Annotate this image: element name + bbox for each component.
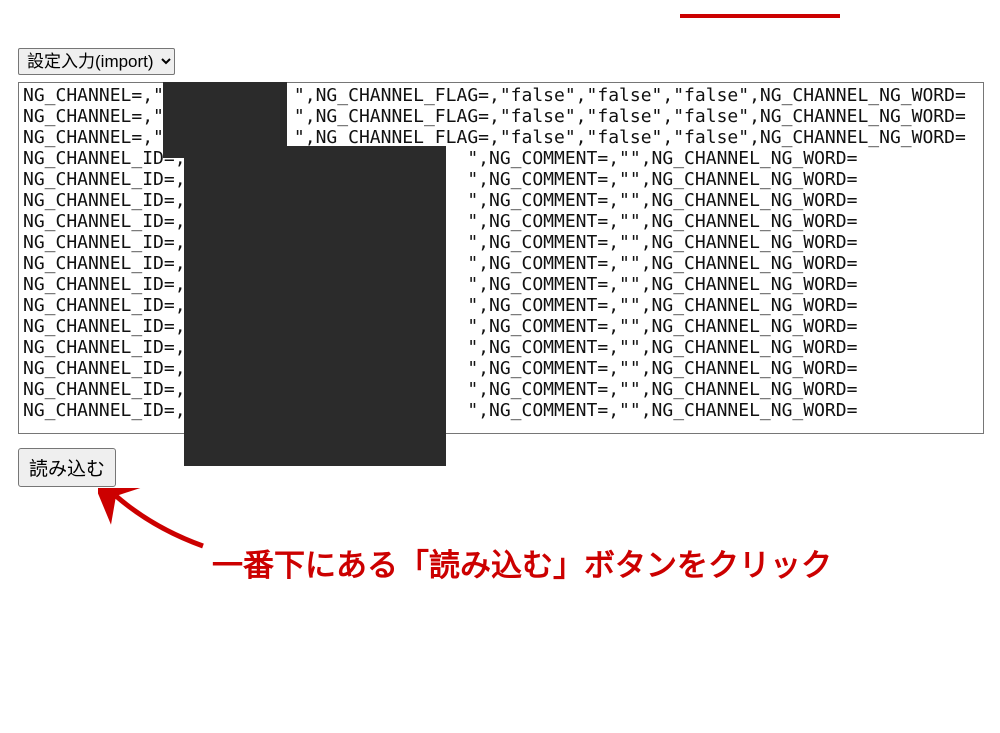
- import-mode-select[interactable]: 設定入力(import): [18, 48, 175, 75]
- annotation-text: 一番下にある「読み込む」ボタンをクリック: [212, 540, 832, 585]
- import-mode-select-wrapper: 設定入力(import): [18, 48, 175, 75]
- annotation-arrow-icon: [98, 488, 218, 568]
- accent-underline: [680, 14, 840, 18]
- config-import-textarea[interactable]: [18, 82, 984, 434]
- load-button[interactable]: 読み込む: [18, 448, 116, 487]
